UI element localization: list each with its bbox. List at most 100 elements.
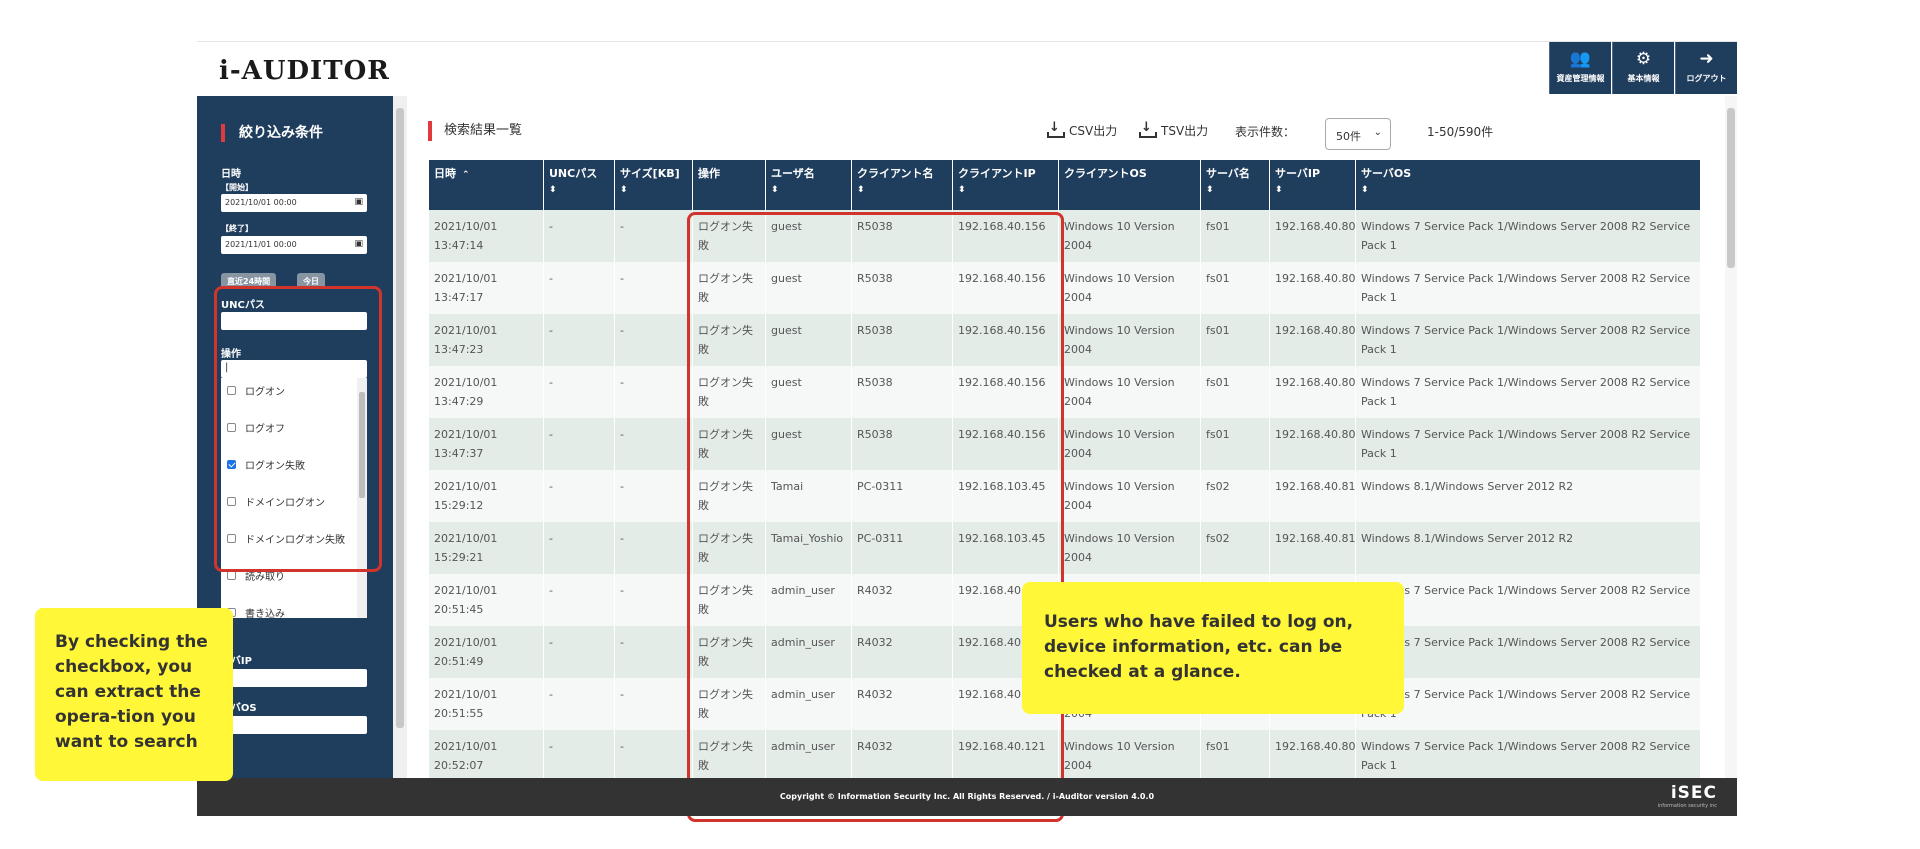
table-cell: 192.168.40.80 bbox=[1269, 730, 1356, 778]
checkbox[interactable] bbox=[227, 571, 236, 580]
logout-icon: ➜ bbox=[1699, 49, 1714, 69]
table-cell: fs01 bbox=[1200, 262, 1270, 314]
table-cell: R5038 bbox=[851, 262, 953, 314]
column-header[interactable]: サーバIP ⬍ bbox=[1269, 160, 1356, 210]
table-cell: 2021/10/01 20:51:45 bbox=[428, 574, 544, 626]
calendar-icon[interactable]: ▣ bbox=[354, 197, 363, 207]
start-date-input[interactable]: 2021/10/01 00:00 ▣ bbox=[221, 194, 367, 212]
table-cell: ログオン失敗 bbox=[692, 314, 766, 366]
table-cell: guest bbox=[765, 262, 852, 314]
copyright-text: Copyright © Information Security Inc. Al… bbox=[779, 792, 1155, 801]
per-page-value: 50件 bbox=[1336, 130, 1361, 143]
sort-icon[interactable]: ⬍ bbox=[958, 182, 1053, 198]
gear-icon: ⚙ bbox=[1635, 49, 1652, 69]
scroll-thumb[interactable] bbox=[396, 108, 404, 728]
sort-icon[interactable]: ⬍ bbox=[1206, 182, 1264, 198]
column-header-label: 操作 bbox=[698, 167, 720, 180]
table-cell: R4032 bbox=[851, 626, 953, 678]
table-cell: 192.168.40.80 bbox=[1269, 418, 1356, 470]
basic-info-button[interactable]: ⚙ 基本情報 bbox=[1612, 42, 1674, 94]
sort-icon[interactable]: ⬍ bbox=[1275, 182, 1350, 198]
table-cell: 192.168.40.156 bbox=[952, 366, 1059, 418]
sort-icon[interactable]: ⬍ bbox=[620, 182, 687, 198]
header: i-AUDITOR 👥 資産管理情報 ⚙ 基本情報 ➜ ログアウト bbox=[197, 42, 1737, 96]
table-cell: 192.168.40.156 bbox=[952, 418, 1059, 470]
column-header[interactable]: 日時 ⌃ bbox=[428, 160, 544, 210]
table-cell: 192.168.40.80 bbox=[1269, 210, 1356, 262]
table-row: 2021/10/01 13:47:37- - ログオン失敗 guest R5038 192… bbox=[428, 418, 1700, 470]
column-header[interactable]: クライアント名 ⬍ bbox=[851, 160, 953, 210]
column-header-label: 日時 bbox=[434, 167, 456, 180]
table-cell: Windows 10 Version 2004 bbox=[1058, 210, 1201, 262]
table-cell: R5038 bbox=[851, 210, 953, 262]
footer: Copyright © Information Security Inc. Al… bbox=[197, 778, 1737, 816]
column-header[interactable]: UNCパス ⬍ bbox=[543, 160, 615, 210]
callout-checkbox-hint: By checking the checkbox, you can extrac… bbox=[35, 608, 233, 781]
per-page-label: 表示件数： bbox=[1235, 125, 1296, 139]
per-page-select[interactable]: 50件 ⌄ bbox=[1325, 118, 1391, 150]
column-header-label: クライアントIP bbox=[958, 167, 1036, 180]
table-cell: admin_user bbox=[765, 730, 852, 778]
table-cell: - bbox=[614, 678, 693, 730]
server-os-input[interactable] bbox=[221, 716, 367, 734]
end-date-input[interactable]: 2021/11/01 00:00 ▣ bbox=[221, 236, 367, 254]
table-cell: ログオン失敗 bbox=[692, 626, 766, 678]
tsv-export-button[interactable]: TSV出力 bbox=[1139, 120, 1208, 139]
sort-icon[interactable]: ⌃ bbox=[462, 170, 470, 180]
table-cell: 192.168.40.80 bbox=[1269, 366, 1356, 418]
results-scrollbar[interactable] bbox=[1725, 96, 1737, 778]
table-cell: Windows 7 Service Pack 1/Windows Server … bbox=[1355, 574, 1700, 626]
server-ip-input[interactable] bbox=[221, 669, 367, 687]
table-row: 2021/10/01 15:29:21- - ログオン失敗 Tamai_Yoshio P… bbox=[428, 522, 1700, 574]
option-label: 書き込み bbox=[245, 609, 285, 618]
table-cell: Windows 10 Version 2004 bbox=[1058, 314, 1201, 366]
table-cell: 192.168.40.156 bbox=[952, 314, 1059, 366]
isec-logo-subtitle: information security inc bbox=[1657, 803, 1717, 809]
table-cell: Windows 8.1/Windows Server 2012 R2 bbox=[1355, 522, 1700, 574]
operation-option-write[interactable]: 書き込み bbox=[227, 605, 285, 618]
table-row: 2021/10/01 13:47:23- - ログオン失敗 guest R5038 192… bbox=[428, 314, 1700, 366]
table-cell: ログオン失敗 bbox=[692, 262, 766, 314]
chevron-down-icon: ⌄ bbox=[1373, 127, 1382, 138]
sort-icon[interactable]: ⬍ bbox=[857, 182, 947, 198]
operation-highlight-box bbox=[214, 286, 382, 572]
table-cell: Windows 10 Version 2004 bbox=[1058, 366, 1201, 418]
table-cell: Windows 7 Service Pack 1/Windows Server … bbox=[1355, 314, 1700, 366]
isec-logo: iSEC bbox=[1670, 783, 1717, 803]
table-cell: - bbox=[614, 470, 693, 522]
scroll-thumb[interactable] bbox=[1727, 108, 1735, 268]
table-cell: - bbox=[543, 210, 615, 262]
csv-export-button[interactable]: CSV出力 bbox=[1047, 120, 1117, 139]
table-cell: PC-0311 bbox=[851, 470, 953, 522]
sort-icon[interactable]: ⬍ bbox=[549, 182, 609, 198]
asset-management-button[interactable]: 👥 資産管理情報 bbox=[1549, 42, 1611, 94]
table-cell: Windows 7 Service Pack 1/Windows Server … bbox=[1355, 730, 1700, 778]
column-header[interactable]: サーバOS ⬍ bbox=[1355, 160, 1700, 210]
table-cell: 2021/10/01 20:52:07 bbox=[428, 730, 544, 778]
table-row: 2021/10/01 15:29:12- - ログオン失敗 Tamai PC-0311 1… bbox=[428, 470, 1700, 522]
column-header[interactable]: サーバ名 ⬍ bbox=[1200, 160, 1270, 210]
column-header[interactable]: クライアントIP ⬍ bbox=[952, 160, 1059, 210]
calendar-icon[interactable]: ▣ bbox=[354, 239, 363, 249]
column-header: 操作 bbox=[692, 160, 766, 210]
table-cell: - bbox=[614, 418, 693, 470]
basic-info-label: 基本情報 bbox=[1627, 74, 1660, 83]
table-cell: Windows 7 Service Pack 1/Windows Server … bbox=[1355, 626, 1700, 678]
table-cell: - bbox=[614, 262, 693, 314]
table-cell: - bbox=[543, 730, 615, 778]
column-header[interactable]: ユーザ名 ⬍ bbox=[765, 160, 852, 210]
column-header-label: サーバIP bbox=[1275, 167, 1321, 180]
sidebar-scrollbar[interactable] bbox=[393, 96, 407, 778]
table-cell: 192.168.40.80 bbox=[1269, 262, 1356, 314]
table-cell: R4032 bbox=[851, 678, 953, 730]
sort-icon[interactable]: ⬍ bbox=[771, 182, 846, 198]
table-cell: fs01 bbox=[1200, 730, 1270, 778]
sort-icon[interactable]: ⬍ bbox=[1361, 182, 1696, 198]
table-cell: 2021/10/01 20:51:55 bbox=[428, 678, 544, 730]
table-cell: guest bbox=[765, 314, 852, 366]
table-cell: 192.168.40.80 bbox=[1269, 314, 1356, 366]
logout-button[interactable]: ➜ ログアウト bbox=[1675, 42, 1737, 94]
table-row: 2021/10/01 13:47:29- - ログオン失敗 guest R5038 192… bbox=[428, 366, 1700, 418]
table-cell: Windows 7 Service Pack 1/Windows Server … bbox=[1355, 262, 1700, 314]
column-header[interactable]: サイズ[KB] ⬍ bbox=[614, 160, 693, 210]
